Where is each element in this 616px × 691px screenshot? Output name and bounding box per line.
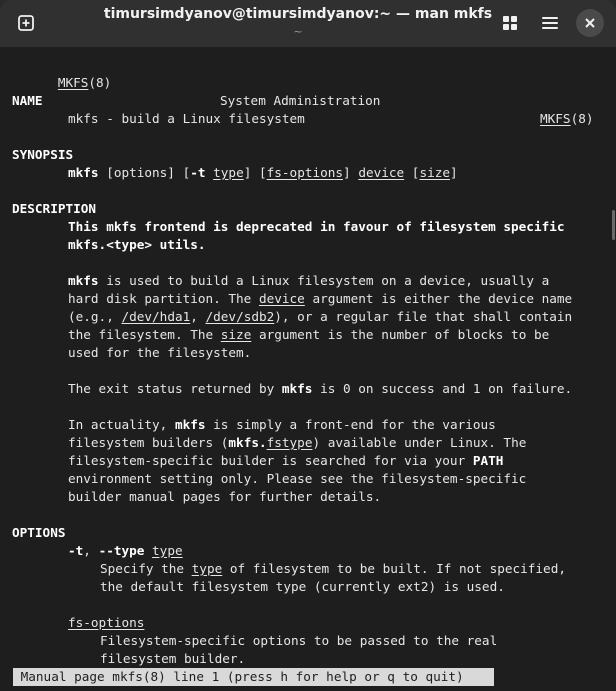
option-type-line: -t, --type type [68, 542, 183, 560]
terminal-content[interactable]: MKFS(8) System Administration MKFS(8) NA… [3, 47, 610, 691]
desc-text: the filesystem. The [68, 327, 221, 342]
cmd-name: mkfs. [228, 435, 267, 450]
desc-text [144, 543, 152, 558]
header-right: MKFS [540, 111, 571, 126]
desc-text: Specify the [100, 561, 192, 576]
desc-line-2: hard disk partition. The device argument… [68, 290, 572, 308]
view-grid-button[interactable] [495, 9, 525, 37]
cmd-name: mkfs [281, 381, 313, 396]
syn-text: [options] [ [98, 165, 191, 180]
desc-text: is simply a front-end for the various [205, 417, 496, 432]
terminal-window: timursimdyanov@timursimdyanov:~ — man mk… [0, 0, 616, 691]
header-center: System Administration [220, 93, 381, 108]
desc-line-1: mkfs is used to build a Linux filesystem… [68, 272, 549, 290]
option-type-desc-1: Specify the type of filesystem to be bui… [100, 560, 566, 578]
title-bar: timursimdyanov@timursimdyanov:~ — man mk… [0, 0, 616, 47]
desc-text: filesystem builders ( [68, 435, 229, 450]
cmd-name: mkfs [174, 417, 206, 432]
opt-long-flag: --type [98, 543, 145, 558]
name-line: mkfs - build a Linux filesystem [68, 111, 305, 126]
desc-text: , [83, 543, 99, 558]
desc-text: filesystem-specific builder is searched … [68, 453, 473, 468]
grid-icon [503, 16, 517, 30]
menu-icon [542, 17, 558, 29]
scrollbar[interactable] [612, 210, 615, 240]
option-fsoptions: fs-options [68, 615, 145, 630]
path-var: PATH [472, 453, 504, 468]
desc-text: The exit status returned by [68, 381, 282, 396]
desc-text: In actuality, [68, 417, 175, 432]
syn-cmd: mkfs [68, 165, 99, 180]
actuality-line-4: environment setting only. Please see the… [68, 471, 527, 486]
syn-text [206, 165, 214, 180]
syn-type: type [213, 165, 244, 180]
window-subtitle: ~ [293, 25, 303, 38]
close-icon [585, 18, 595, 28]
section-description-heading: DESCRIPTION [12, 201, 97, 216]
section-synopsis-heading: SYNOPSIS [12, 147, 74, 162]
desc-line-5: used for the filesystem. [68, 345, 252, 360]
desc-text: , [190, 309, 206, 324]
syn-device: device [358, 165, 405, 180]
desc-text: is used to build a Linux filesystem on a… [98, 273, 550, 288]
section-name-heading: NAME [12, 93, 43, 108]
header-left: MKFS [57, 75, 89, 90]
opt-flag: -t [68, 543, 84, 558]
path-hda1: /dev/hda1 [121, 309, 191, 324]
syn-flag: -t [190, 165, 206, 180]
actuality-line-1: In actuality, mkfs is simply a front-end… [68, 416, 496, 434]
new-tab-button[interactable] [11, 9, 41, 37]
header-right-section: (8) [570, 111, 594, 126]
section-options-heading: OPTIONS [12, 525, 66, 540]
desc-text: argument is the number of blocks to be [251, 327, 550, 342]
desc-text: is 0 on success and 1 on failure. [312, 381, 573, 396]
synopsis-line: mkfs [options] [-t type] [fs-options] de… [68, 164, 458, 182]
option-fsoptions-desc-2: filesystem builder. [100, 651, 246, 666]
option-type-desc-2: the default filesystem type (currently e… [100, 579, 505, 594]
pager-status-line: Manual page mkfs(8) line 1 (press h for … [13, 668, 494, 686]
opt-type-arg: type [152, 543, 183, 558]
path-sdb2: /dev/sdb2 [205, 309, 275, 324]
desc-text: ) available under Linux. The [312, 435, 527, 450]
desc-text: of filesystem to be built. If not specif… [222, 561, 566, 576]
close-button[interactable] [576, 9, 604, 37]
header-left-section: (8) [88, 75, 112, 90]
actuality-line-3: filesystem-specific builder is searched … [68, 452, 503, 470]
syn-text: ] [343, 165, 359, 180]
type-arg: type [191, 561, 223, 576]
desc-text: (e.g., [68, 309, 122, 324]
window-title: timursimdyanov@timursimdyanov:~ — man mk… [103, 6, 493, 22]
syn-text: [ [404, 165, 420, 180]
size-arg: size [220, 327, 252, 342]
syn-size: size [419, 165, 450, 180]
desc-line-3: (e.g., /dev/hda1, /dev/sdb2), or a regul… [68, 308, 572, 326]
syn-text: ] [ [243, 165, 267, 180]
desc-text: argument is either the device name [304, 291, 573, 306]
option-fsoptions-desc-1: Filesystem-specific options to be passed… [100, 633, 498, 648]
man-header: MKFS(8) System Administration MKFS(8) [12, 56, 602, 126]
desc-text: ), or a regular file that shall contain [274, 309, 573, 324]
actuality-line-5: builder manual pages for further details… [68, 489, 382, 504]
deprecated-line-2: mkfs.<type> utils. [68, 237, 206, 252]
deprecated-line-1: This mkfs frontend is deprecated in favo… [68, 219, 565, 234]
cmd-name: mkfs [68, 273, 99, 288]
desc-text: hard disk partition. The [68, 291, 259, 306]
fstype-arg: fstype [266, 435, 313, 450]
actuality-line-2: filesystem builders (mkfs.fstype) availa… [68, 434, 526, 452]
syn-text: ] [450, 165, 458, 180]
main-menu-button[interactable] [535, 9, 565, 37]
exit-status-line: The exit status returned by mkfs is 0 on… [68, 380, 572, 398]
device-arg: device [258, 291, 305, 306]
desc-line-4: the filesystem. The size argument is the… [68, 326, 549, 344]
syn-fsoptions: fs-options [266, 165, 344, 180]
new-tab-icon [18, 15, 34, 31]
